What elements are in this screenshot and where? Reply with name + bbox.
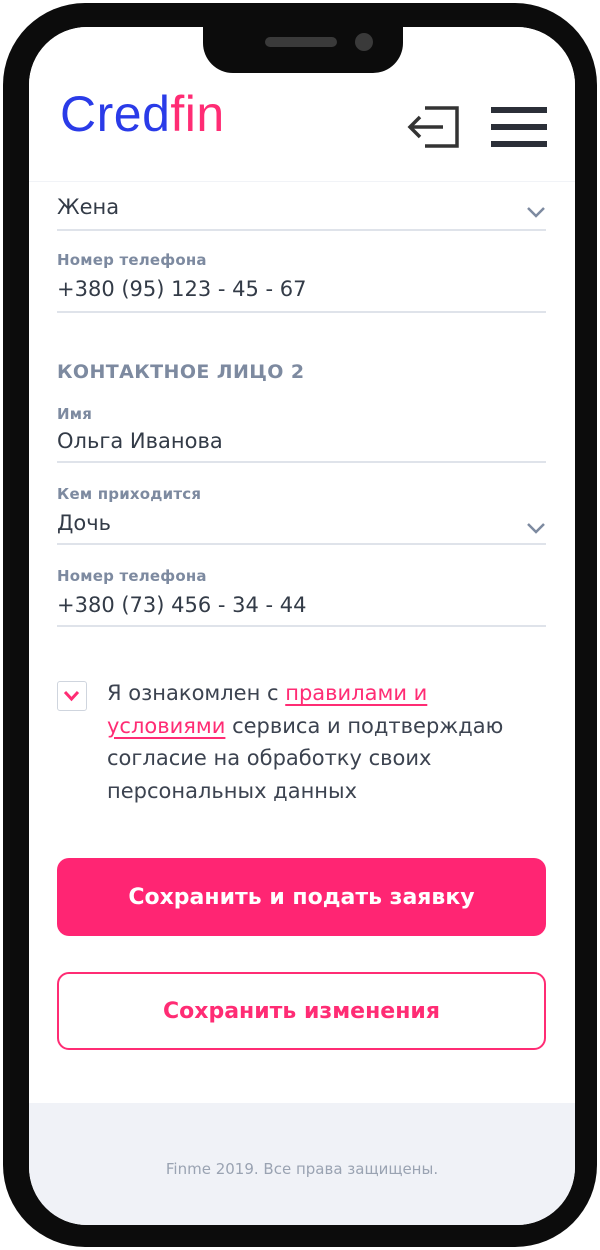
contact1-phone-label: Номер телефона	[57, 251, 207, 269]
contact1-phone-value: +380 (95) 123 - 45 - 67	[57, 277, 307, 301]
logo-part-1: Cred	[60, 86, 171, 142]
screen: Credfin Жена Номер телефона +380 (95) 12…	[29, 27, 575, 1225]
copyright-text: Finme 2019. Все права защищены.	[165, 1160, 439, 1178]
phone-camera	[355, 33, 373, 51]
submit-application-button[interactable]: Сохранить и подать заявку	[57, 858, 546, 936]
chevron-down-icon	[527, 207, 545, 218]
contact2-phone-label: Номер телефона	[57, 567, 207, 585]
contact2-phone-value: +380 (73) 456 - 34 - 44	[57, 593, 307, 617]
phone-speaker	[265, 37, 337, 47]
logo-part-2: fin	[170, 86, 225, 142]
save-changes-button[interactable]: Сохранить изменения	[57, 972, 546, 1050]
login-button[interactable]	[407, 105, 461, 149]
consent-text: Я ознакомлен с правилами и условиями сер…	[107, 677, 547, 807]
contact1-phone-field[interactable]: Номер телефона +380 (95) 123 - 45 - 67	[57, 251, 546, 313]
phone-notch	[203, 27, 403, 73]
contact1-relation-select[interactable]: Жена	[57, 191, 546, 231]
chevron-down-icon	[527, 523, 545, 534]
contact2-relation-value: Дочь	[57, 511, 112, 535]
contact2-name-label: Имя	[57, 405, 93, 423]
consent-text-before: Я ознакомлен с	[107, 681, 286, 705]
checkmark-icon	[63, 690, 80, 702]
contact2-relation-label: Кем приходится	[57, 485, 202, 503]
contact2-relation-select[interactable]: Кем приходится Дочь	[57, 485, 546, 545]
login-icon	[407, 106, 459, 148]
contact2-name-field[interactable]: Имя Ольга Иванова	[57, 405, 546, 463]
contact2-phone-field[interactable]: Номер телефона +380 (73) 456 - 34 - 44	[57, 567, 546, 627]
contact1-relation-value: Жена	[57, 195, 120, 219]
contact2-name-value: Ольга Иванова	[57, 429, 223, 453]
phone-frame: Credfin Жена Номер телефона +380 (95) 12…	[3, 3, 597, 1247]
consent-checkbox[interactable]	[57, 681, 87, 711]
logo[interactable]: Credfin	[60, 89, 225, 139]
menu-button[interactable]	[491, 105, 547, 149]
hamburger-menu-icon	[491, 107, 547, 147]
contact2-section-title: КОНТАКТНОЕ ЛИЦО 2	[57, 361, 305, 383]
